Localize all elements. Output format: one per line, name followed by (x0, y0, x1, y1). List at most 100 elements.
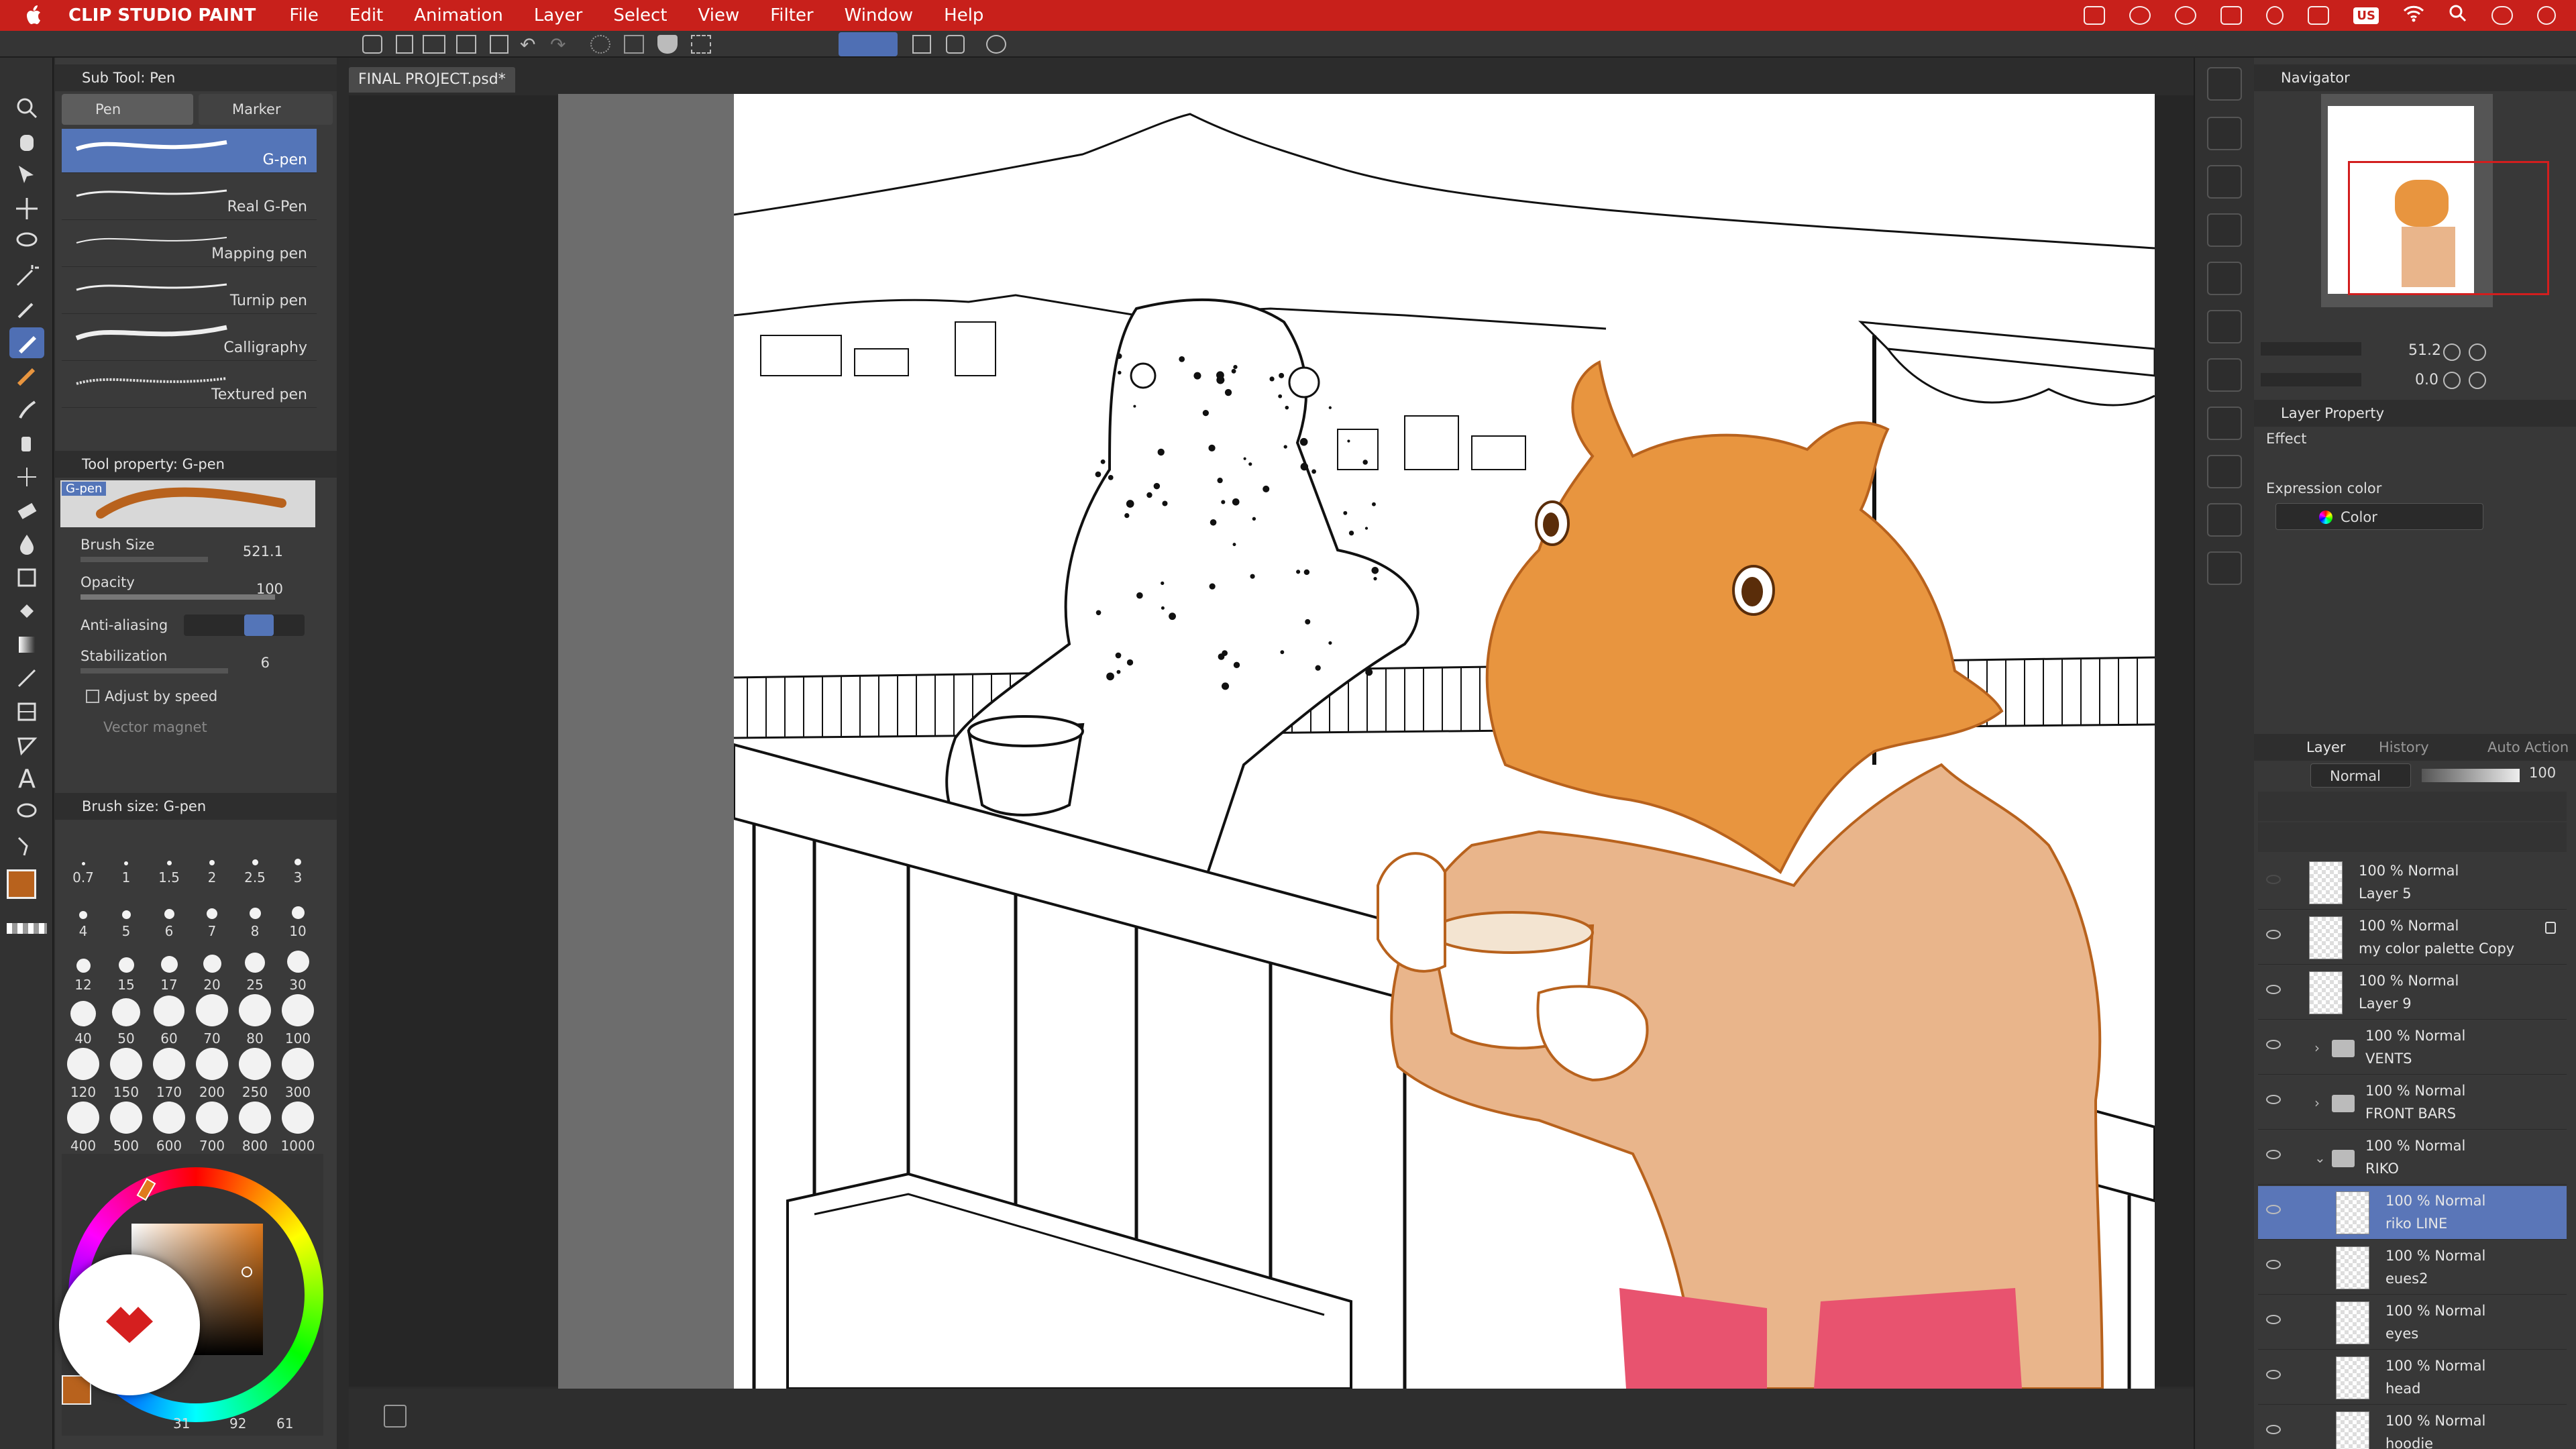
brush-item-g-pen[interactable]: G-pen (62, 129, 317, 173)
visibility-eye-icon[interactable] (2266, 875, 2281, 884)
help-icon[interactable] (986, 35, 1006, 54)
eraser-tool-icon[interactable] (9, 495, 44, 526)
layer-name[interactable]: hoodie (2385, 1436, 2433, 1449)
brush-size-preset[interactable]: 1.5 (148, 832, 191, 885)
brush-size-preset[interactable]: 8 (233, 885, 276, 939)
clock-icon[interactable] (2537, 6, 2556, 25)
layer-actions-toolbar[interactable] (2258, 822, 2567, 852)
effect-buttons[interactable] (2442, 449, 2556, 476)
layer-name[interactable]: riko LINE (2385, 1216, 2447, 1232)
expression-color-select[interactable]: Color (2275, 503, 2483, 530)
brush-size-preset[interactable]: 10 (276, 885, 319, 939)
stabilization-slider[interactable] (80, 668, 228, 674)
visibility-eye-icon[interactable] (2266, 1370, 2281, 1379)
circle-icon[interactable] (2175, 6, 2197, 25)
layer-row[interactable]: 100 % Normal Layer 9 (2258, 966, 2567, 1020)
menu-layer[interactable]: Layer (534, 5, 583, 25)
snap-toggle-group[interactable] (839, 32, 898, 56)
brush-size-preset[interactable]: 40 (62, 993, 105, 1046)
brush-size-preset[interactable]: 5 (105, 885, 148, 939)
clear-icon[interactable] (624, 35, 644, 54)
brush-size-preset[interactable]: 400 (62, 1100, 105, 1154)
visibility-eye-icon[interactable] (2266, 1095, 2281, 1104)
loading-icon[interactable] (590, 35, 610, 54)
visibility-eye-icon[interactable] (2266, 1150, 2281, 1159)
layer-name[interactable]: my color palette Copy (2359, 941, 2514, 957)
brush-size-preset[interactable]: 4 (62, 885, 105, 939)
layer-name[interactable]: RIKO (2365, 1161, 2399, 1177)
layer-row[interactable]: › 100 % Normal VENTS (2258, 1021, 2567, 1075)
tab-pen[interactable]: Pen (62, 94, 193, 125)
correct-line-tool-icon[interactable] (9, 830, 44, 861)
brush-size-preset[interactable]: 20 (191, 939, 233, 993)
brush-size-slider[interactable] (80, 557, 208, 562)
search-icon[interactable] (2207, 67, 2242, 101)
text-tool-icon[interactable]: A (9, 763, 44, 794)
brush-size-preset[interactable]: 80 (233, 993, 276, 1046)
material-icon[interactable] (2207, 262, 2242, 295)
tab-auto-action[interactable]: Auto Action (2487, 739, 2569, 755)
visibility-eye-icon[interactable] (2266, 1040, 2281, 1049)
brush-size-preset[interactable]: 500 (105, 1100, 148, 1154)
lock-icon[interactable] (2545, 922, 2556, 934)
brush-size-preset[interactable]: 300 (276, 1046, 319, 1100)
brush-tool-icon[interactable] (9, 394, 44, 425)
brush-size-preset[interactable]: 6 (148, 885, 191, 939)
brush-size-preset[interactable]: 120 (62, 1046, 105, 1100)
layer-row[interactable]: 100 % Normal hoodie (2258, 1406, 2567, 1449)
brush-size-preset[interactable]: 2.5 (233, 832, 276, 885)
clip-studio-icon[interactable] (362, 35, 382, 54)
menu-view[interactable]: View (698, 5, 740, 25)
layer-row[interactable]: 100 % Normal Layer 5 (2258, 856, 2567, 910)
brush-size-preset[interactable]: 2 (191, 832, 233, 885)
paint-bucket-icon[interactable] (9, 596, 44, 627)
fill-icon[interactable] (657, 35, 678, 54)
visibility-eye-icon[interactable] (2266, 1260, 2281, 1269)
layer-name[interactable]: Layer 5 (2359, 885, 2412, 902)
opacity-row[interactable]: Opacity 100 (62, 574, 323, 604)
menu-select[interactable]: Select (613, 5, 667, 25)
new-file-icon[interactable] (396, 35, 413, 54)
brush-size-preset[interactable]: 0.7 (62, 832, 105, 885)
brush-size-preset[interactable]: 25 (233, 939, 276, 993)
save-icon[interactable] (456, 35, 476, 54)
brush-size-preset[interactable]: 12 (62, 939, 105, 993)
transform-icon[interactable] (691, 35, 711, 54)
brush-size-preset[interactable]: 150 (105, 1046, 148, 1100)
layer-row[interactable]: ⌄ 100 % Normal RIKO (2258, 1131, 2567, 1185)
brush-size-preset[interactable]: 7 (191, 885, 233, 939)
tab-marker[interactable]: Marker (199, 94, 333, 125)
layer-lock-toolbar[interactable] (2258, 792, 2567, 821)
layer-name[interactable]: VENTS (2365, 1051, 2412, 1067)
material-icon[interactable] (2207, 407, 2242, 440)
zoom-slider[interactable] (2261, 339, 2361, 358)
layer-name[interactable]: eyes (2385, 1326, 2418, 1342)
material-icon[interactable] (2207, 310, 2242, 343)
balloon-tool-icon[interactable] (9, 797, 44, 828)
pen-tool-icon[interactable] (9, 327, 44, 358)
visibility-eye-icon[interactable] (2266, 985, 2281, 994)
figure-tool-icon[interactable] (9, 663, 44, 694)
layer-name[interactable]: Layer 9 (2359, 996, 2412, 1012)
window-icon[interactable] (2084, 6, 2106, 25)
visibility-eye-icon[interactable] (2266, 1315, 2281, 1324)
chevron-right-icon[interactable]: › (2314, 1040, 2320, 1056)
brush-item-turnip-pen[interactable]: Turnip pen (62, 270, 317, 314)
layer-row[interactable]: 100 % Normal eues2 (2258, 1241, 2567, 1295)
menu-file[interactable]: File (289, 5, 319, 25)
chevron-right-icon[interactable]: › (2314, 1095, 2320, 1111)
opacity-slider[interactable] (80, 594, 275, 600)
material-icon[interactable] (2207, 165, 2242, 199)
fill-tool-icon[interactable] (9, 562, 44, 593)
brush-size-preset[interactable]: 600 (148, 1100, 191, 1154)
menu-animation[interactable]: Animation (414, 5, 503, 25)
pencil-tool-icon[interactable] (9, 361, 44, 392)
layer-row[interactable]: 100 % Normal riko LINE (2258, 1186, 2567, 1240)
antialiasing-selected[interactable] (244, 614, 274, 636)
eyedropper-icon[interactable] (9, 294, 44, 325)
brush-size-preset[interactable]: 30 (276, 939, 319, 993)
layer-opacity-slider[interactable] (2422, 769, 2520, 782)
toggle-panel-icon[interactable] (384, 1405, 407, 1428)
rotation-value[interactable]: 0.0 (2415, 372, 2438, 388)
hand-tool-icon[interactable] (9, 126, 44, 157)
